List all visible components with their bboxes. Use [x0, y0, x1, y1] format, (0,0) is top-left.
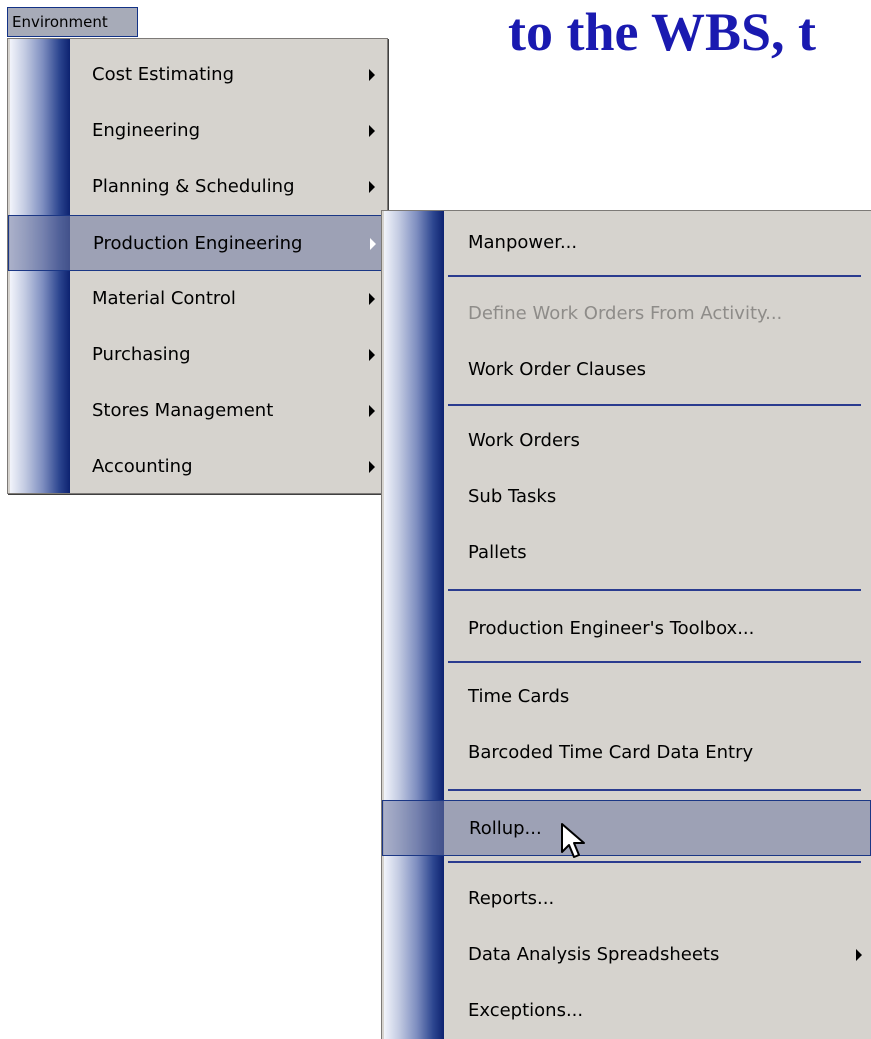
menu-item-reports[interactable]: Reports... [382, 871, 871, 927]
menu-item-label: Production Engineering [93, 233, 303, 254]
submenu-arrow-icon [369, 349, 375, 361]
menu-item-time-cards[interactable]: Time Cards [382, 669, 871, 725]
menu-item-accounting[interactable]: Accounting [8, 439, 387, 495]
menu-item-cost-estimating[interactable]: Cost Estimating [8, 47, 387, 103]
menu-item-label: Work Order Clauses [468, 359, 647, 380]
menu-item-label: Cost Estimating [92, 64, 235, 85]
menu-item-data-analysis-spreadsheets[interactable]: Data Analysis Spreadsheets [382, 927, 871, 983]
menu-item-label: Sub Tasks [468, 486, 557, 507]
mouse-pointer-icon [561, 823, 585, 858]
production-engineering-submenu: Manpower... Define Work Orders From Acti… [381, 210, 871, 1039]
menu-item-label: Data Analysis Spreadsheets [468, 944, 720, 965]
menu-item-label: Rollup... [469, 818, 542, 839]
menu-item-production-engineering[interactable]: Production Engineering [8, 215, 387, 271]
menu-item-material-control[interactable]: Material Control [8, 271, 387, 327]
menu-item-label: Pallets [468, 542, 527, 563]
menu-item-label: Planning & Scheduling [92, 176, 295, 197]
submenu-arrow-icon [370, 238, 376, 250]
submenu-arrow-icon [369, 405, 375, 417]
menu-item-label: Purchasing [92, 344, 191, 365]
menu-item-define-work-orders: Define Work Orders From Activity... [382, 286, 871, 342]
menu-item-label: Production Engineer's Toolbox... [468, 618, 755, 639]
menu-item-label: Material Control [92, 288, 236, 309]
menu-item-pallets[interactable]: Pallets [382, 525, 871, 581]
menu-separator [448, 404, 861, 406]
menu-item-label: Define Work Orders From Activity... [468, 303, 783, 324]
menu-item-purchasing[interactable]: Purchasing [8, 327, 387, 383]
menu-item-production-engineers-toolbox[interactable]: Production Engineer's Toolbox... [382, 601, 871, 657]
menu-item-exceptions[interactable]: Exceptions... [382, 983, 871, 1039]
menu-item-manpower[interactable]: Manpower... [382, 215, 871, 271]
slide-title: to the WBS, t [508, 2, 817, 62]
menu-item-label: Manpower... [468, 232, 578, 253]
menu-item-planning-scheduling[interactable]: Planning & Scheduling [8, 159, 387, 215]
menu-separator [448, 789, 861, 791]
submenu-arrow-icon [369, 293, 375, 305]
menu-item-label: Reports... [468, 888, 555, 909]
environment-menu: Cost Estimating Engineering Planning & S… [7, 38, 388, 494]
menu-separator [448, 861, 861, 863]
menu-item-engineering[interactable]: Engineering [8, 103, 387, 159]
menu-item-work-order-clauses[interactable]: Work Order Clauses [382, 342, 871, 398]
menu-item-label: Accounting [92, 456, 193, 477]
menu-item-rollup[interactable]: Rollup... [382, 800, 871, 856]
submenu-arrow-icon [369, 125, 375, 137]
menu-separator [448, 275, 861, 277]
menu-item-stores-management[interactable]: Stores Management [8, 383, 387, 439]
menu-item-label: Engineering [92, 120, 200, 141]
menu-item-label: Stores Management [92, 400, 274, 421]
menu-item-work-orders[interactable]: Work Orders [382, 413, 871, 469]
menu-item-label: Exceptions... [468, 1000, 584, 1021]
menu-item-barcoded-time-card-data-entry[interactable]: Barcoded Time Card Data Entry [382, 725, 871, 781]
submenu-arrow-icon [369, 181, 375, 193]
submenu-arrow-icon [369, 69, 375, 81]
menu-separator [448, 661, 861, 663]
menu-item-label: Time Cards [468, 686, 570, 707]
menu-item-label: Work Orders [468, 430, 580, 451]
submenu-arrow-icon [856, 949, 862, 961]
menu-item-label: Barcoded Time Card Data Entry [468, 742, 754, 763]
submenu-arrow-icon [369, 461, 375, 473]
menu-environment[interactable]: Environment [7, 7, 138, 37]
menu-separator [448, 589, 861, 591]
menu-item-sub-tasks[interactable]: Sub Tasks [382, 469, 871, 525]
